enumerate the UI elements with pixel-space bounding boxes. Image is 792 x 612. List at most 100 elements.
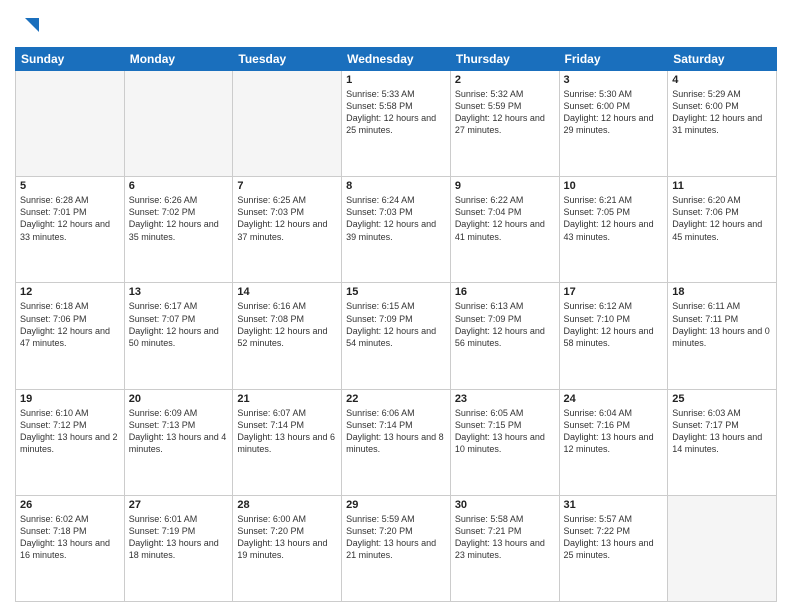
day-info: Sunrise: 6:00 AMSunset: 7:20 PMDaylight:… [237, 513, 337, 562]
day-info: Sunrise: 6:13 AMSunset: 7:09 PMDaylight:… [455, 300, 555, 349]
calendar-cell: 19 Sunrise: 6:10 AMSunset: 7:12 PMDaylig… [16, 389, 125, 495]
day-info: Sunrise: 6:07 AMSunset: 7:14 PMDaylight:… [237, 407, 337, 456]
day-info: Sunrise: 6:09 AMSunset: 7:13 PMDaylight:… [129, 407, 229, 456]
day-info: Sunrise: 6:28 AMSunset: 7:01 PMDaylight:… [20, 194, 120, 243]
day-info: Sunrise: 6:24 AMSunset: 7:03 PMDaylight:… [346, 194, 446, 243]
page: SundayMondayTuesdayWednesdayThursdayFrid… [0, 0, 792, 612]
day-info: Sunrise: 6:18 AMSunset: 7:06 PMDaylight:… [20, 300, 120, 349]
calendar-cell: 3 Sunrise: 5:30 AMSunset: 6:00 PMDayligh… [559, 71, 668, 177]
day-number: 29 [346, 499, 446, 511]
day-info: Sunrise: 6:20 AMSunset: 7:06 PMDaylight:… [672, 194, 772, 243]
day-number: 24 [564, 393, 664, 405]
day-number: 13 [129, 286, 229, 298]
day-info: Sunrise: 6:02 AMSunset: 7:18 PMDaylight:… [20, 513, 120, 562]
weekday-saturday: Saturday [668, 48, 777, 71]
day-info: Sunrise: 6:05 AMSunset: 7:15 PMDaylight:… [455, 407, 555, 456]
weekday-wednesday: Wednesday [342, 48, 451, 71]
calendar-body: 1 Sunrise: 5:33 AMSunset: 5:58 PMDayligh… [16, 71, 777, 602]
logo [15, 14, 39, 41]
day-number: 21 [237, 393, 337, 405]
calendar-cell: 26 Sunrise: 6:02 AMSunset: 7:18 PMDaylig… [16, 495, 125, 601]
day-number: 31 [564, 499, 664, 511]
day-info: Sunrise: 6:16 AMSunset: 7:08 PMDaylight:… [237, 300, 337, 349]
calendar-table: SundayMondayTuesdayWednesdayThursdayFrid… [15, 47, 777, 602]
day-number: 2 [455, 74, 555, 86]
day-number: 10 [564, 180, 664, 192]
weekday-friday: Friday [559, 48, 668, 71]
day-number: 1 [346, 74, 446, 86]
week-row-1: 5 Sunrise: 6:28 AMSunset: 7:01 PMDayligh… [16, 177, 777, 283]
day-info: Sunrise: 6:22 AMSunset: 7:04 PMDaylight:… [455, 194, 555, 243]
day-info: Sunrise: 5:29 AMSunset: 6:00 PMDaylight:… [672, 88, 772, 137]
calendar-cell [16, 71, 125, 177]
week-row-0: 1 Sunrise: 5:33 AMSunset: 5:58 PMDayligh… [16, 71, 777, 177]
day-number: 20 [129, 393, 229, 405]
day-info: Sunrise: 6:25 AMSunset: 7:03 PMDaylight:… [237, 194, 337, 243]
calendar-cell: 16 Sunrise: 6:13 AMSunset: 7:09 PMDaylig… [450, 283, 559, 389]
day-info: Sunrise: 6:26 AMSunset: 7:02 PMDaylight:… [129, 194, 229, 243]
calendar-cell: 11 Sunrise: 6:20 AMSunset: 7:06 PMDaylig… [668, 177, 777, 283]
day-number: 30 [455, 499, 555, 511]
weekday-thursday: Thursday [450, 48, 559, 71]
day-info: Sunrise: 6:10 AMSunset: 7:12 PMDaylight:… [20, 407, 120, 456]
day-number: 14 [237, 286, 337, 298]
calendar-cell [124, 71, 233, 177]
calendar-cell: 20 Sunrise: 6:09 AMSunset: 7:13 PMDaylig… [124, 389, 233, 495]
header [15, 10, 777, 41]
calendar-cell: 30 Sunrise: 5:58 AMSunset: 7:21 PMDaylig… [450, 495, 559, 601]
day-number: 18 [672, 286, 772, 298]
calendar-cell: 24 Sunrise: 6:04 AMSunset: 7:16 PMDaylig… [559, 389, 668, 495]
calendar-cell: 1 Sunrise: 5:33 AMSunset: 5:58 PMDayligh… [342, 71, 451, 177]
day-number: 16 [455, 286, 555, 298]
day-number: 22 [346, 393, 446, 405]
calendar-cell: 14 Sunrise: 6:16 AMSunset: 7:08 PMDaylig… [233, 283, 342, 389]
calendar-cell: 7 Sunrise: 6:25 AMSunset: 7:03 PMDayligh… [233, 177, 342, 283]
day-number: 26 [20, 499, 120, 511]
day-info: Sunrise: 5:33 AMSunset: 5:58 PMDaylight:… [346, 88, 446, 137]
calendar-cell: 10 Sunrise: 6:21 AMSunset: 7:05 PMDaylig… [559, 177, 668, 283]
calendar-cell: 4 Sunrise: 5:29 AMSunset: 6:00 PMDayligh… [668, 71, 777, 177]
day-info: Sunrise: 5:30 AMSunset: 6:00 PMDaylight:… [564, 88, 664, 137]
day-info: Sunrise: 6:04 AMSunset: 7:16 PMDaylight:… [564, 407, 664, 456]
day-info: Sunrise: 5:57 AMSunset: 7:22 PMDaylight:… [564, 513, 664, 562]
day-number: 15 [346, 286, 446, 298]
calendar-cell: 17 Sunrise: 6:12 AMSunset: 7:10 PMDaylig… [559, 283, 668, 389]
day-number: 28 [237, 499, 337, 511]
weekday-tuesday: Tuesday [233, 48, 342, 71]
day-info: Sunrise: 6:01 AMSunset: 7:19 PMDaylight:… [129, 513, 229, 562]
day-number: 23 [455, 393, 555, 405]
week-row-4: 26 Sunrise: 6:02 AMSunset: 7:18 PMDaylig… [16, 495, 777, 601]
calendar-cell: 29 Sunrise: 5:59 AMSunset: 7:20 PMDaylig… [342, 495, 451, 601]
day-info: Sunrise: 5:58 AMSunset: 7:21 PMDaylight:… [455, 513, 555, 562]
calendar-cell: 9 Sunrise: 6:22 AMSunset: 7:04 PMDayligh… [450, 177, 559, 283]
day-info: Sunrise: 5:59 AMSunset: 7:20 PMDaylight:… [346, 513, 446, 562]
calendar-cell [233, 71, 342, 177]
day-number: 8 [346, 180, 446, 192]
day-number: 12 [20, 286, 120, 298]
weekday-sunday: Sunday [16, 48, 125, 71]
calendar-cell: 25 Sunrise: 6:03 AMSunset: 7:17 PMDaylig… [668, 389, 777, 495]
day-number: 25 [672, 393, 772, 405]
calendar-cell [668, 495, 777, 601]
calendar-cell: 5 Sunrise: 6:28 AMSunset: 7:01 PMDayligh… [16, 177, 125, 283]
calendar-cell: 18 Sunrise: 6:11 AMSunset: 7:11 PMDaylig… [668, 283, 777, 389]
logo-icon [17, 14, 39, 36]
day-info: Sunrise: 6:06 AMSunset: 7:14 PMDaylight:… [346, 407, 446, 456]
calendar-cell: 13 Sunrise: 6:17 AMSunset: 7:07 PMDaylig… [124, 283, 233, 389]
day-number: 5 [20, 180, 120, 192]
calendar-cell: 2 Sunrise: 5:32 AMSunset: 5:59 PMDayligh… [450, 71, 559, 177]
day-number: 17 [564, 286, 664, 298]
day-info: Sunrise: 5:32 AMSunset: 5:59 PMDaylight:… [455, 88, 555, 137]
day-number: 4 [672, 74, 772, 86]
weekday-monday: Monday [124, 48, 233, 71]
day-info: Sunrise: 6:12 AMSunset: 7:10 PMDaylight:… [564, 300, 664, 349]
weekday-header-row: SundayMondayTuesdayWednesdayThursdayFrid… [16, 48, 777, 71]
calendar-cell: 8 Sunrise: 6:24 AMSunset: 7:03 PMDayligh… [342, 177, 451, 283]
calendar-cell: 22 Sunrise: 6:06 AMSunset: 7:14 PMDaylig… [342, 389, 451, 495]
day-info: Sunrise: 6:03 AMSunset: 7:17 PMDaylight:… [672, 407, 772, 456]
day-number: 27 [129, 499, 229, 511]
day-info: Sunrise: 6:11 AMSunset: 7:11 PMDaylight:… [672, 300, 772, 349]
day-number: 11 [672, 180, 772, 192]
day-number: 9 [455, 180, 555, 192]
calendar-cell: 28 Sunrise: 6:00 AMSunset: 7:20 PMDaylig… [233, 495, 342, 601]
